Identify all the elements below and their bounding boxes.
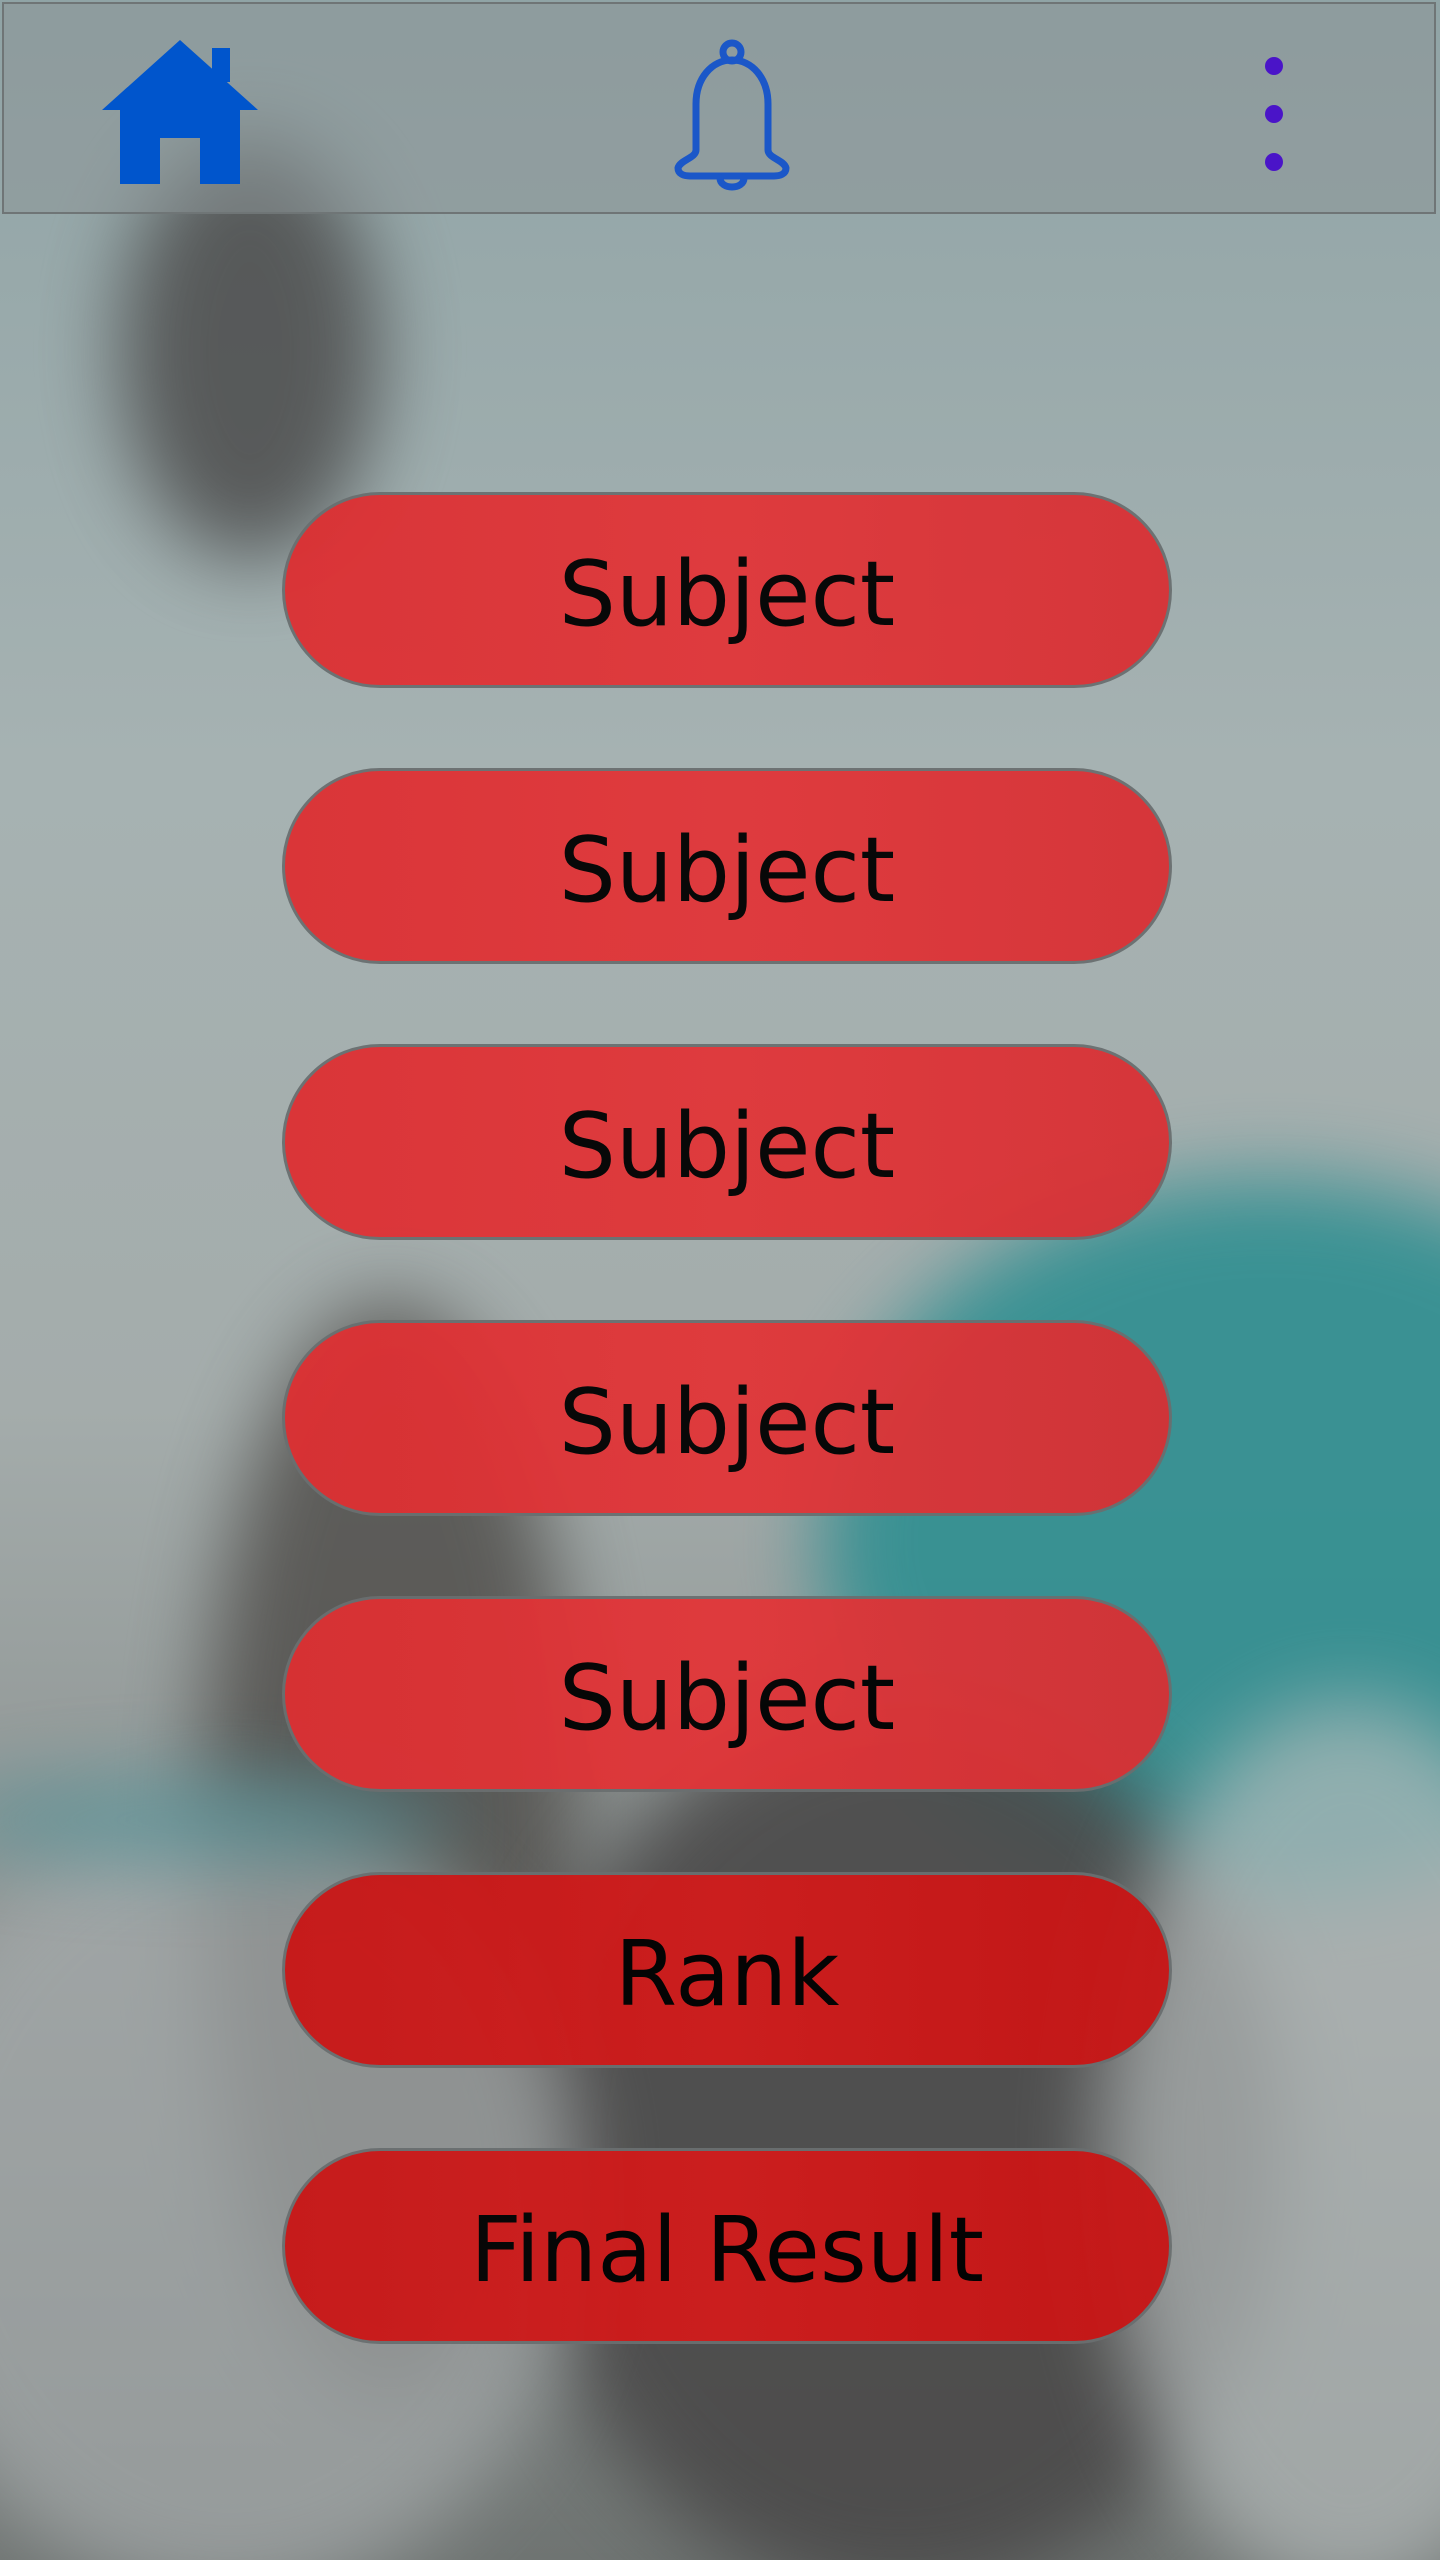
subject-button-2[interactable]: Subject (282, 768, 1172, 964)
button-label: Subject (558, 818, 896, 923)
button-label: Rank (614, 1922, 840, 2027)
final-result-button[interactable]: Final Result (282, 2148, 1172, 2344)
subject-button-3[interactable]: Subject (282, 1044, 1172, 1240)
subject-button-5[interactable]: Subject (282, 1596, 1172, 1792)
subject-button-4[interactable]: Subject (282, 1320, 1172, 1516)
subject-button-1[interactable]: Subject (282, 492, 1172, 688)
rank-button[interactable]: Rank (282, 1872, 1172, 2068)
top-app-bar (2, 2, 1436, 214)
button-label: Subject (558, 1370, 896, 1475)
more-vertical-icon[interactable] (1254, 50, 1294, 180)
bell-icon[interactable] (668, 38, 796, 196)
home-icon[interactable] (100, 34, 260, 194)
button-label: Subject (558, 542, 896, 647)
button-label: Final Result (469, 2198, 985, 2303)
button-label: Subject (558, 1646, 896, 1751)
button-label: Subject (558, 1094, 896, 1199)
